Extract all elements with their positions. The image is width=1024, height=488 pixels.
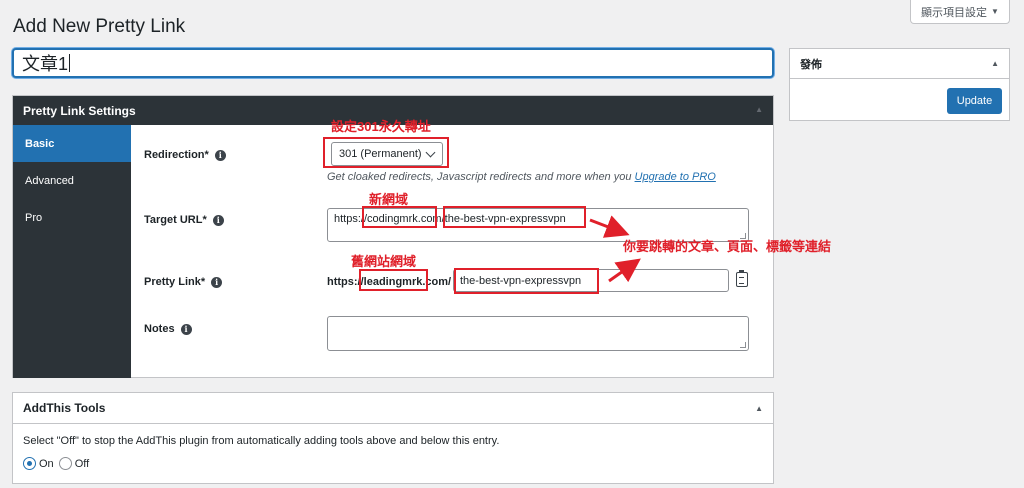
upgrade-to-pro-link[interactable]: Upgrade to PRO	[635, 171, 716, 183]
link-title-value: 文章1	[22, 54, 69, 74]
target-url-label: Target URL* i	[144, 214, 224, 226]
pretty-link-label-text: Pretty Link*	[144, 276, 206, 288]
annotation-target-note: 你要跳轉的文章、頁面、標籤等連結	[623, 239, 832, 254]
addthis-on-label: On	[39, 457, 54, 470]
publish-box-title: 發佈	[800, 58, 822, 71]
annotation-old-domain: 舊網站網域	[351, 254, 417, 269]
annotation-box-target-path	[443, 206, 586, 228]
settings-panel-title: Pretty Link Settings	[23, 103, 136, 118]
collapse-arrow-icon[interactable]: ▲	[991, 59, 999, 68]
annotation-box-redirect	[323, 137, 449, 168]
link-title-input[interactable]: 文章1	[12, 48, 774, 78]
collapse-arrow-icon[interactable]: ▲	[755, 404, 763, 413]
text-cursor	[69, 54, 71, 72]
tab-advanced[interactable]: Advanced	[13, 162, 131, 199]
redirection-label: Redirection* i	[144, 149, 226, 161]
settings-nav: Basic Advanced Pro	[13, 125, 131, 378]
update-button[interactable]: Update	[947, 88, 1002, 114]
pretty-link-label: Pretty Link* i	[144, 276, 223, 288]
addthis-off-radio[interactable]	[58, 457, 72, 470]
addthis-on-radio[interactable]	[23, 457, 36, 470]
upgrade-hint: Get cloaked redirects, Javascript redire…	[327, 171, 716, 183]
notes-field[interactable]	[327, 316, 749, 351]
addthis-off-label: Off	[74, 457, 90, 470]
collapse-arrow-icon[interactable]: ▲	[755, 105, 763, 114]
resize-grip-icon[interactable]	[740, 342, 746, 348]
info-icon[interactable]: i	[211, 276, 223, 288]
annotation-box-old-domain	[359, 269, 428, 291]
annotation-box-slug	[454, 268, 599, 294]
addthis-description: Select "Off" to stop the AddThis plugin …	[23, 435, 500, 447]
addthis-panel-title: AddThis Tools	[23, 401, 106, 415]
info-icon[interactable]: i	[180, 323, 192, 335]
screen-options-button[interactable]: 顯示項目設定 ▼	[910, 0, 1010, 24]
info-icon[interactable]: i	[212, 214, 224, 226]
publish-box-header[interactable]: 發佈 ▲	[790, 49, 1009, 79]
addthis-panel-header[interactable]: AddThis Tools ▲	[13, 393, 773, 424]
target-url-label-text: Target URL*	[144, 214, 207, 226]
caret-down-icon: ▼	[991, 7, 999, 16]
upgrade-hint-text: Get cloaked redirects, Javascript redire…	[327, 171, 632, 183]
page-title: Add New Pretty Link	[13, 16, 186, 37]
notes-label-text: Notes	[144, 323, 175, 335]
addthis-toggle-group: On Off	[23, 457, 89, 470]
addthis-tools-panel: AddThis Tools ▲ Select "Off" to stop the…	[12, 392, 774, 484]
tab-basic[interactable]: Basic	[13, 125, 131, 162]
redirection-label-text: Redirection*	[144, 149, 209, 161]
screen-options-label: 顯示項目設定	[921, 6, 988, 19]
tab-pro[interactable]: Pro	[13, 199, 131, 236]
notes-label: Notes i	[144, 323, 192, 335]
clipboard-icon[interactable]	[736, 270, 748, 287]
annotation-redirect-note: 設定301永久轉址	[331, 119, 431, 134]
annotation-box-new-domain	[362, 206, 437, 228]
publish-box: 發佈 ▲ Update	[789, 48, 1010, 121]
info-icon[interactable]: i	[214, 149, 226, 161]
